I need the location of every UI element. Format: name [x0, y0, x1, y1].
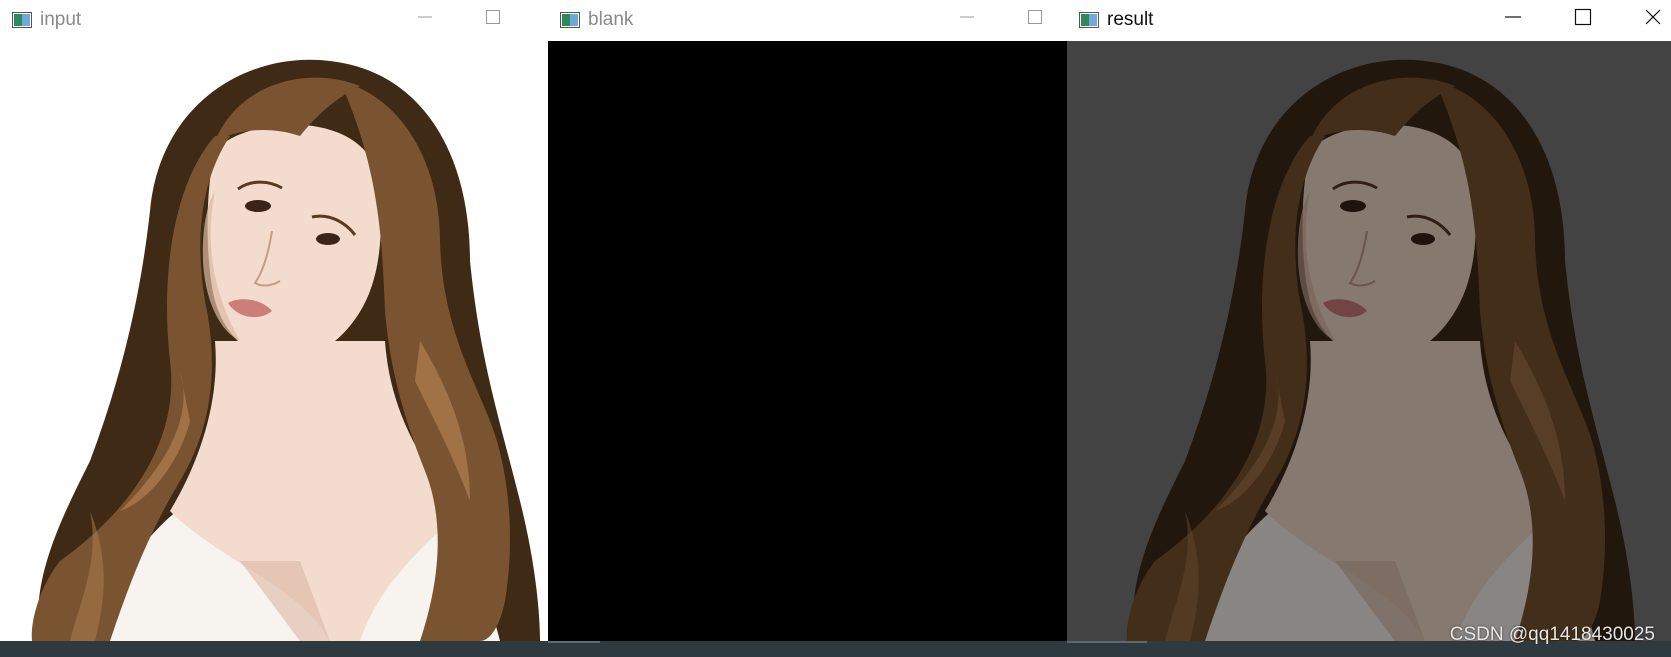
- close-icon: [1645, 9, 1661, 25]
- portrait-image-dimmed: [1067, 41, 1671, 641]
- image-window-icon: [560, 12, 580, 28]
- left-eye: [245, 200, 271, 212]
- image-window-icon: [12, 12, 32, 28]
- window-title-input: input: [40, 9, 82, 30]
- close-button-result[interactable]: [1630, 0, 1671, 34]
- minimize-button-result[interactable]: [1490, 0, 1536, 34]
- maximize-button-blank[interactable]: [1012, 0, 1058, 34]
- taskbar-strip: [0, 641, 1671, 657]
- maximize-icon: [1574, 8, 1592, 26]
- maximize-button-result[interactable]: [1560, 0, 1606, 34]
- minimize-button-blank[interactable]: [944, 0, 990, 34]
- window-input[interactable]: input: [0, 0, 548, 641]
- window-blank[interactable]: blank: [548, 0, 1067, 641]
- window-title-result: result: [1107, 9, 1154, 30]
- portrait-image: [0, 41, 548, 641]
- maximize-icon: [486, 10, 500, 24]
- minimize-icon: [1505, 16, 1521, 18]
- window-result[interactable]: result: [1067, 0, 1671, 641]
- image-view-result: [1067, 41, 1671, 641]
- minimize-icon: [960, 16, 974, 18]
- minimize-button-input[interactable]: [402, 0, 448, 34]
- image-window-icon: [1079, 12, 1099, 28]
- maximize-button-input[interactable]: [470, 0, 516, 34]
- image-view-blank: [548, 41, 1067, 641]
- watermark-text: CSDN @qq1418430025: [1449, 624, 1655, 645]
- minimize-icon: [418, 16, 432, 18]
- titlebar-input[interactable]: input: [0, 0, 548, 40]
- right-eye: [316, 233, 340, 245]
- black-image: [548, 41, 1067, 641]
- window-title-blank: blank: [588, 9, 634, 30]
- image-view-input: [0, 41, 548, 641]
- maximize-icon: [1028, 10, 1042, 24]
